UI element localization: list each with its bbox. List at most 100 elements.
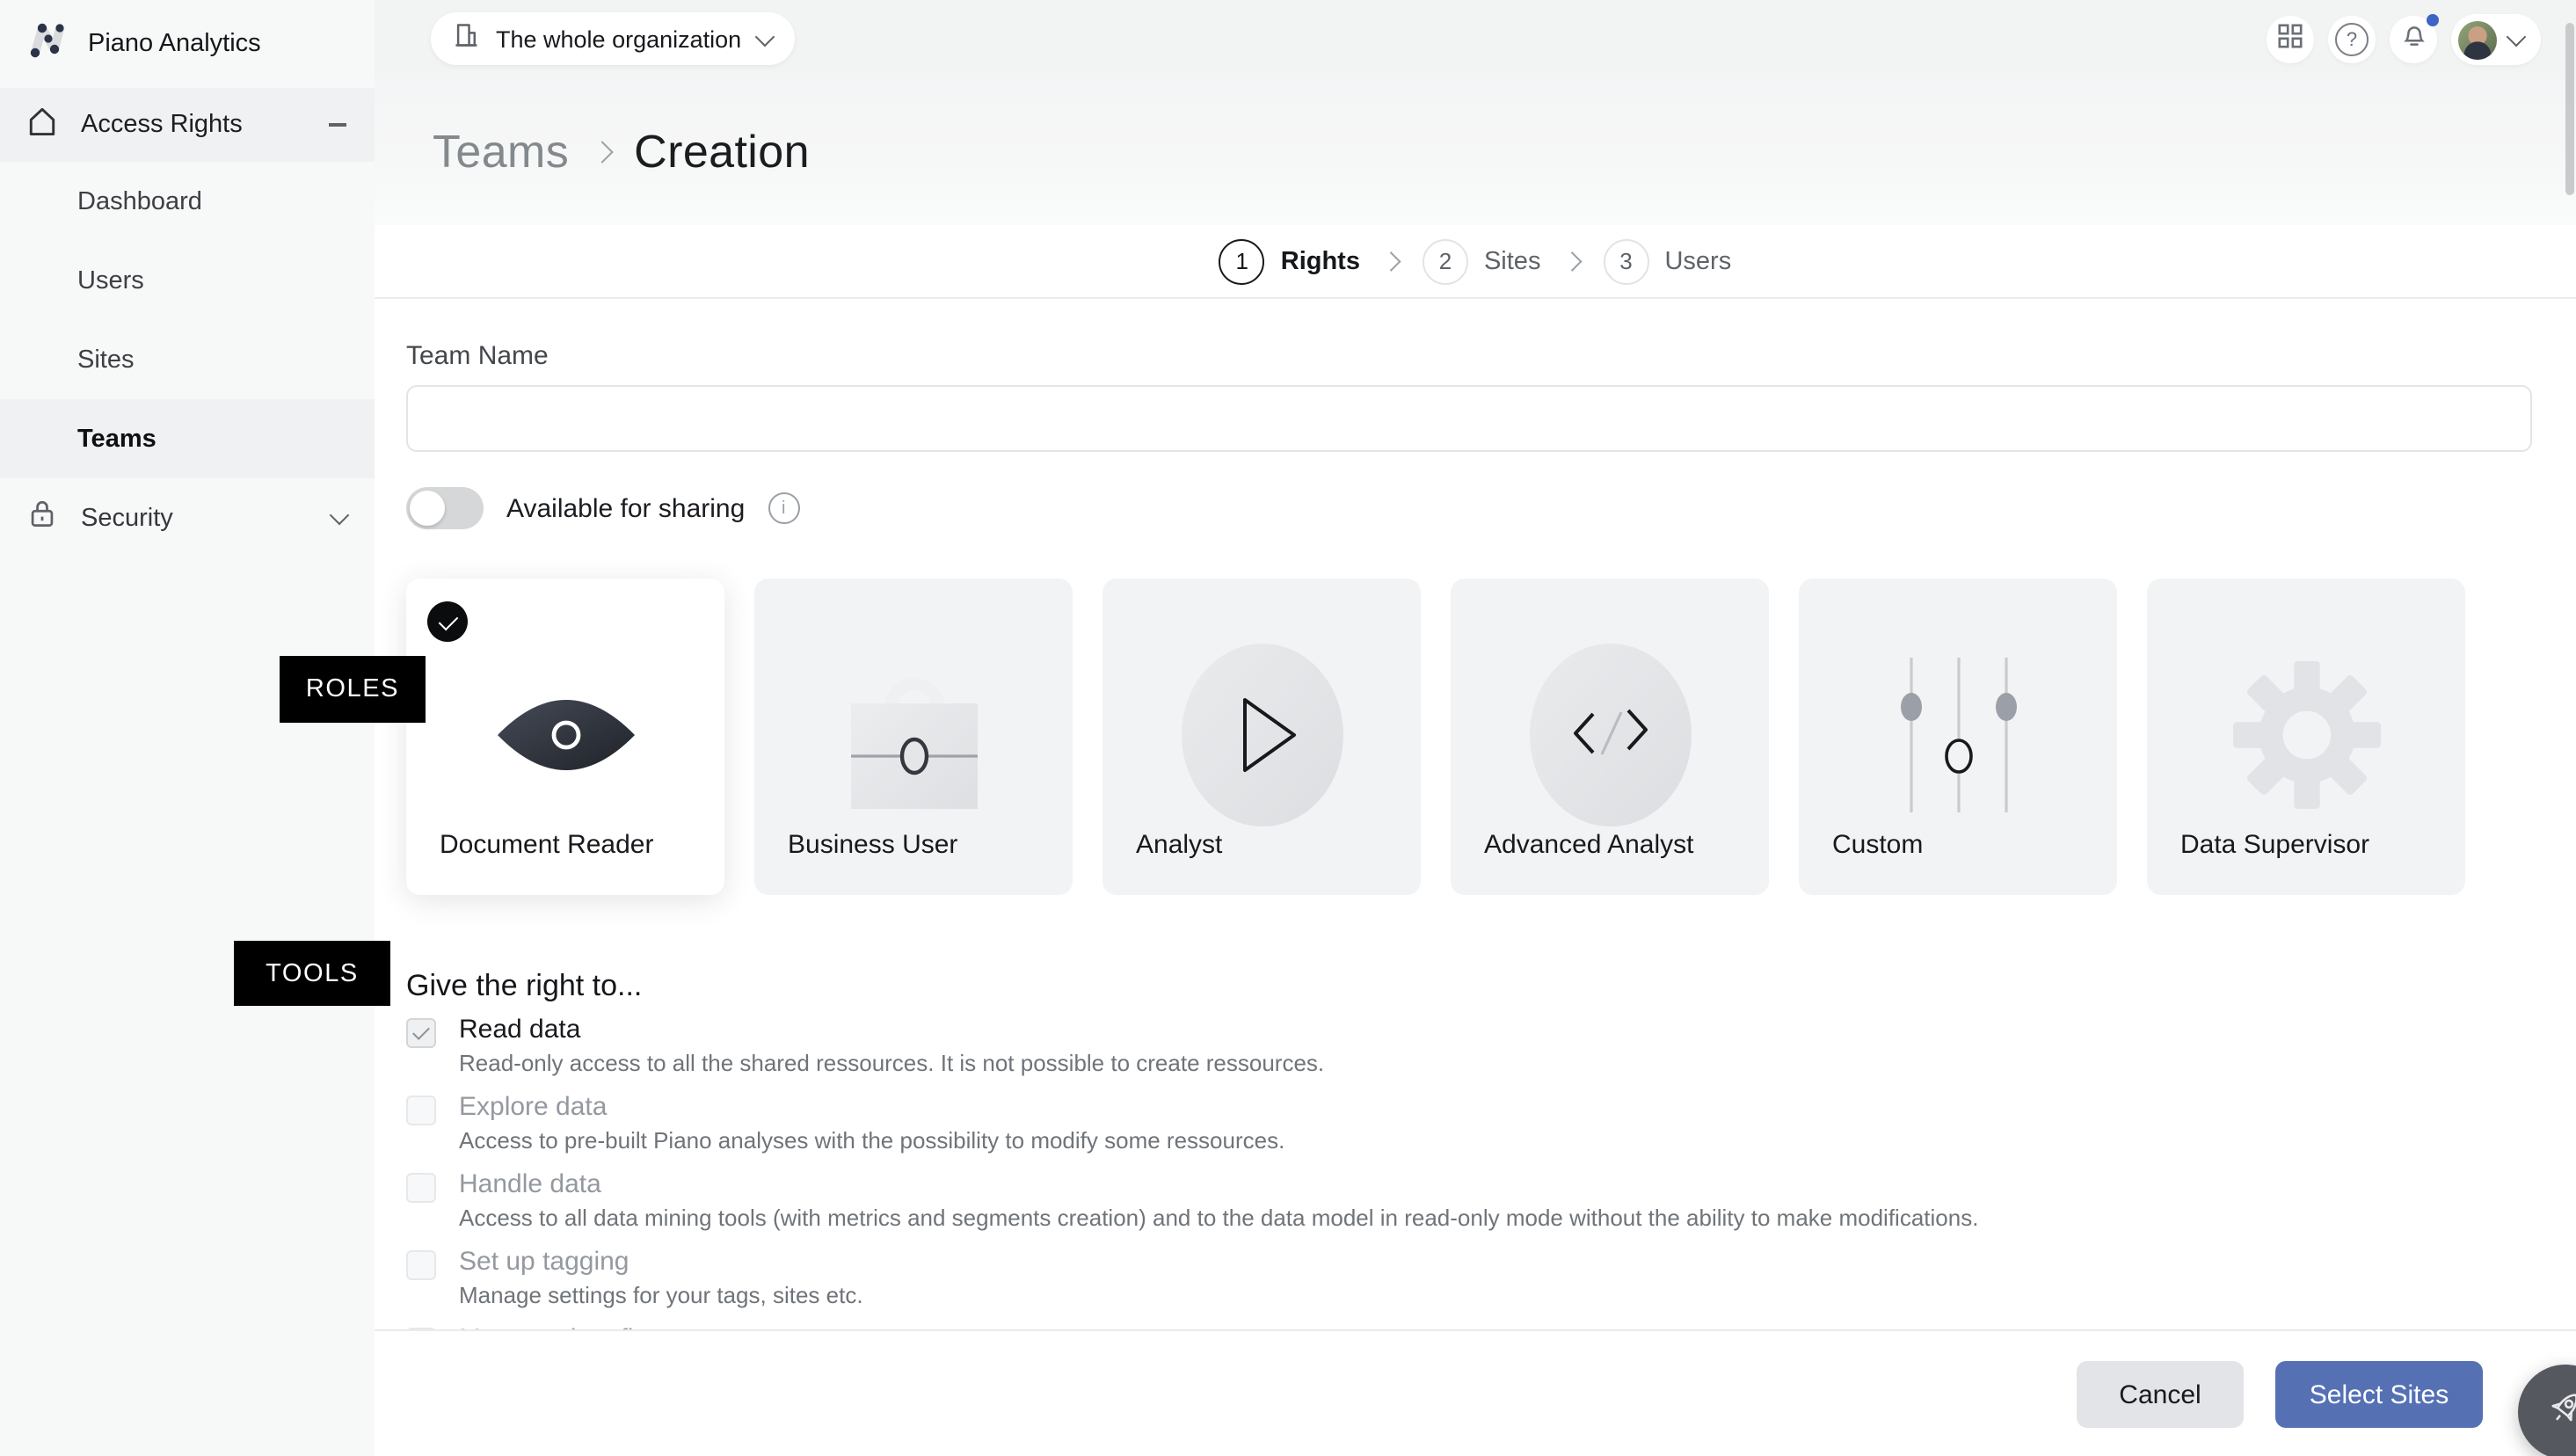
sidebar-section-security[interactable]: Security [0, 478, 375, 557]
checkbox-unchecked[interactable] [406, 1173, 436, 1203]
play-icon [1102, 642, 1421, 828]
breadcrumb-parent[interactable]: Teams [433, 125, 569, 179]
sliders-icon [1799, 642, 2117, 828]
right-description: Access to pre-built Piano analyses with … [459, 1127, 1284, 1154]
grid-icon [2277, 22, 2303, 57]
sidebar-item-sites[interactable]: Sites [0, 320, 375, 399]
sidebar: Piano Analytics Access Rights Dashboard … [0, 0, 375, 1456]
piano-analytics-logo-icon [25, 17, 70, 71]
role-card-label: Advanced Analyst [1484, 830, 1694, 860]
step-sites[interactable]: 2 Sites [1423, 238, 1541, 284]
code-icon [1451, 642, 1769, 828]
role-card-advanced-analyst[interactable]: Advanced Analyst [1451, 579, 1769, 895]
sharing-label: Available for sharing [506, 493, 745, 523]
right-description: Read-only access to all the shared resso… [459, 1050, 1324, 1076]
team-name-input[interactable] [406, 385, 2532, 452]
tools-tag: TOOLS [234, 941, 390, 1006]
avatar [2458, 20, 2497, 59]
sidebar-item-label: Users [77, 266, 144, 295]
rights-heading: Give the right to... [406, 969, 2532, 1004]
chevron-down-icon [2507, 27, 2527, 47]
right-description: Manage settings for your tags, sites etc… [459, 1282, 863, 1308]
selected-check-icon [427, 601, 468, 642]
brand: Piano Analytics [0, 0, 375, 88]
role-card-label: Custom [1832, 830, 1923, 860]
breadcrumb-chevron-icon [590, 141, 612, 163]
role-card-label: Document Reader [440, 830, 653, 860]
step-number: 2 [1423, 238, 1468, 284]
sidebar-item-dashboard[interactable]: Dashboard [0, 162, 375, 241]
chevron-right-icon [1562, 251, 1581, 270]
team-creation-panel: 1 Rights 2 Sites 3 Users Team Name Avail… [375, 225, 2576, 1329]
role-cards: Document Reader [406, 579, 2532, 895]
gear-icon [2147, 642, 2465, 828]
role-card-label: Data Supervisor [2180, 830, 2369, 860]
page-title: Creation [634, 125, 810, 179]
apps-grid-button[interactable] [2267, 16, 2314, 63]
team-name-label: Team Name [406, 341, 2532, 371]
cancel-button[interactable]: Cancel [2077, 1361, 2244, 1428]
sharing-toggle-row: Available for sharing i [406, 487, 2532, 529]
lock-icon [25, 496, 60, 540]
right-label: Set up tagging [459, 1247, 863, 1278]
role-card-document-reader[interactable]: Document Reader [406, 579, 724, 895]
footer: Cancel Select Sites [375, 1329, 2576, 1456]
right-item-set-up-tagging: Set up tagging Manage settings for your … [406, 1247, 2532, 1307]
select-sites-button[interactable]: Select Sites [2275, 1361, 2483, 1428]
bell-icon [2399, 21, 2427, 58]
topbar: The whole organization ? [375, 0, 2576, 79]
right-item-read-data: Read data Read-only access to all the sh… [406, 1015, 2532, 1074]
notification-dot-badge [2427, 14, 2439, 26]
sidebar-item-label: Dashboard [77, 187, 202, 215]
step-label: Rights [1281, 247, 1360, 275]
checkbox-unchecked[interactable] [406, 1096, 436, 1125]
briefcase-icon [754, 642, 1073, 828]
step-label: Users [1664, 247, 1731, 275]
sidebar-section-label: Security [81, 504, 311, 532]
role-card-label: Business User [788, 830, 957, 860]
role-card-custom[interactable]: Custom [1799, 579, 2117, 895]
organization-selector-label: The whole organization [496, 25, 741, 52]
building-icon [452, 20, 480, 57]
launcher-fab[interactable] [2518, 1365, 2576, 1456]
chevron-down-icon [754, 26, 775, 47]
step-users[interactable]: 3 Users [1603, 238, 1731, 284]
roles-tag: ROLES [280, 656, 426, 723]
toggle-knob [410, 491, 445, 526]
stepper: 1 Rights 2 Sites 3 Users [375, 225, 2576, 299]
right-description: Access to all data mining tools (with me… [459, 1205, 1978, 1231]
checkbox-unchecked[interactable] [406, 1250, 436, 1280]
organization-selector[interactable]: The whole organization [431, 12, 794, 65]
topbar-actions: ? [2267, 0, 2541, 79]
available-for-sharing-toggle[interactable] [406, 487, 484, 529]
sidebar-item-label: Teams [77, 425, 156, 453]
breadcrumb: Teams Creation [433, 125, 810, 179]
scrollbar-thumb[interactable] [2565, 23, 2573, 195]
notifications-button[interactable] [2390, 16, 2437, 63]
brand-name: Piano Analytics [88, 30, 261, 58]
sidebar-item-teams[interactable]: Teams [0, 399, 375, 478]
help-button[interactable]: ? [2328, 16, 2376, 63]
role-card-business-user[interactable]: Business User [754, 579, 1073, 895]
role-card-analyst[interactable]: Analyst [1102, 579, 1421, 895]
role-card-data-supervisor[interactable]: Data Supervisor [2147, 579, 2465, 895]
info-icon[interactable]: i [768, 492, 799, 524]
right-label: Handle data [459, 1169, 1978, 1201]
panel-body: Team Name Available for sharing i [375, 341, 2576, 1329]
sidebar-item-label: Sites [77, 346, 135, 374]
user-menu[interactable] [2451, 14, 2541, 65]
step-number: 3 [1603, 238, 1648, 284]
collapse-minus-icon[interactable] [329, 123, 346, 126]
sidebar-item-users[interactable]: Users [0, 241, 375, 320]
step-rights[interactable]: 1 Rights [1219, 238, 1360, 284]
checkbox-checked[interactable] [406, 1018, 436, 1048]
eye-icon [406, 642, 724, 828]
home-icon [25, 103, 60, 147]
footer-buttons: Cancel Select Sites [2077, 1361, 2483, 1428]
right-label: Read data [459, 1015, 1324, 1046]
step-number: 1 [1219, 238, 1265, 284]
rights-list: Read data Read-only access to all the sh… [406, 1015, 2532, 1329]
help-icon: ? [2335, 23, 2369, 56]
page-header: Teams Creation [375, 79, 2576, 225]
sidebar-section-access-rights[interactable]: Access Rights [0, 88, 375, 162]
